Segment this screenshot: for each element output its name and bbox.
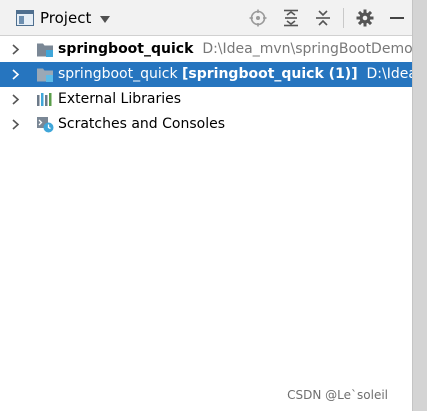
project-view-selector[interactable]: Project	[16, 9, 111, 27]
header-title: Project	[40, 9, 92, 27]
module-folder-icon	[37, 43, 53, 57]
scratches-icon	[37, 117, 54, 133]
project-view-icon	[16, 10, 34, 26]
tree-row-label: springboot_quick D:\Idea_mvn\springBootD…	[58, 40, 412, 59]
project-tool-window: Project springboot_quick D:\Idea_mvn\spr…	[0, 0, 412, 411]
expand-all-button[interactable]	[282, 9, 300, 27]
chevron-right-icon[interactable]	[11, 119, 21, 130]
tree-row-label: Scratches and Consoles	[58, 116, 225, 132]
vertical-scroll-strip[interactable]	[412, 0, 427, 411]
collapse-all-icon	[316, 10, 330, 26]
tree-row-external-libraries[interactable]: External Libraries	[0, 87, 412, 112]
chevron-right-icon[interactable]	[11, 69, 21, 80]
module-qualifier: [springboot_quick (1)]	[182, 66, 358, 82]
chevron-down-icon[interactable]	[100, 15, 111, 23]
settings-button[interactable]	[356, 9, 374, 27]
tree-row-scratches-and-consoles[interactable]: Scratches and Consoles	[0, 112, 412, 137]
locate-button[interactable]	[249, 9, 267, 27]
tree-row-label: External Libraries	[58, 91, 181, 107]
module-path: D:\Idea	[366, 66, 412, 82]
locate-icon	[249, 9, 267, 27]
watermark-text: CSDN @Le`soleil	[287, 388, 388, 402]
module-folder-icon	[37, 68, 53, 82]
chevron-right-icon[interactable]	[11, 44, 21, 55]
tree-row-springboot-quick-1[interactable]: springboot_quick [springboot_quick (1)] …	[0, 62, 412, 87]
project-header: Project	[0, 0, 412, 36]
project-tree: springboot_quick D:\Idea_mvn\springBootD…	[0, 37, 412, 137]
hide-minus-icon	[390, 17, 404, 19]
hide-button[interactable]	[388, 9, 406, 27]
collapse-all-button[interactable]	[314, 9, 332, 27]
tree-row-springboot-quick[interactable]: springboot_quick D:\Idea_mvn\springBootD…	[0, 37, 412, 62]
chevron-right-icon[interactable]	[11, 94, 21, 105]
toolbar-separator	[343, 8, 344, 28]
external-libraries-icon	[37, 93, 52, 106]
settings-gear-icon	[356, 9, 374, 27]
module-path: D:\Idea_mvn\springBootDemo	[202, 41, 412, 57]
module-name: springboot_quick	[58, 41, 194, 57]
tree-row-label: springboot_quick [springboot_quick (1)] …	[58, 65, 412, 84]
expand-all-icon	[284, 9, 298, 27]
module-name: springboot_quick	[58, 66, 178, 82]
